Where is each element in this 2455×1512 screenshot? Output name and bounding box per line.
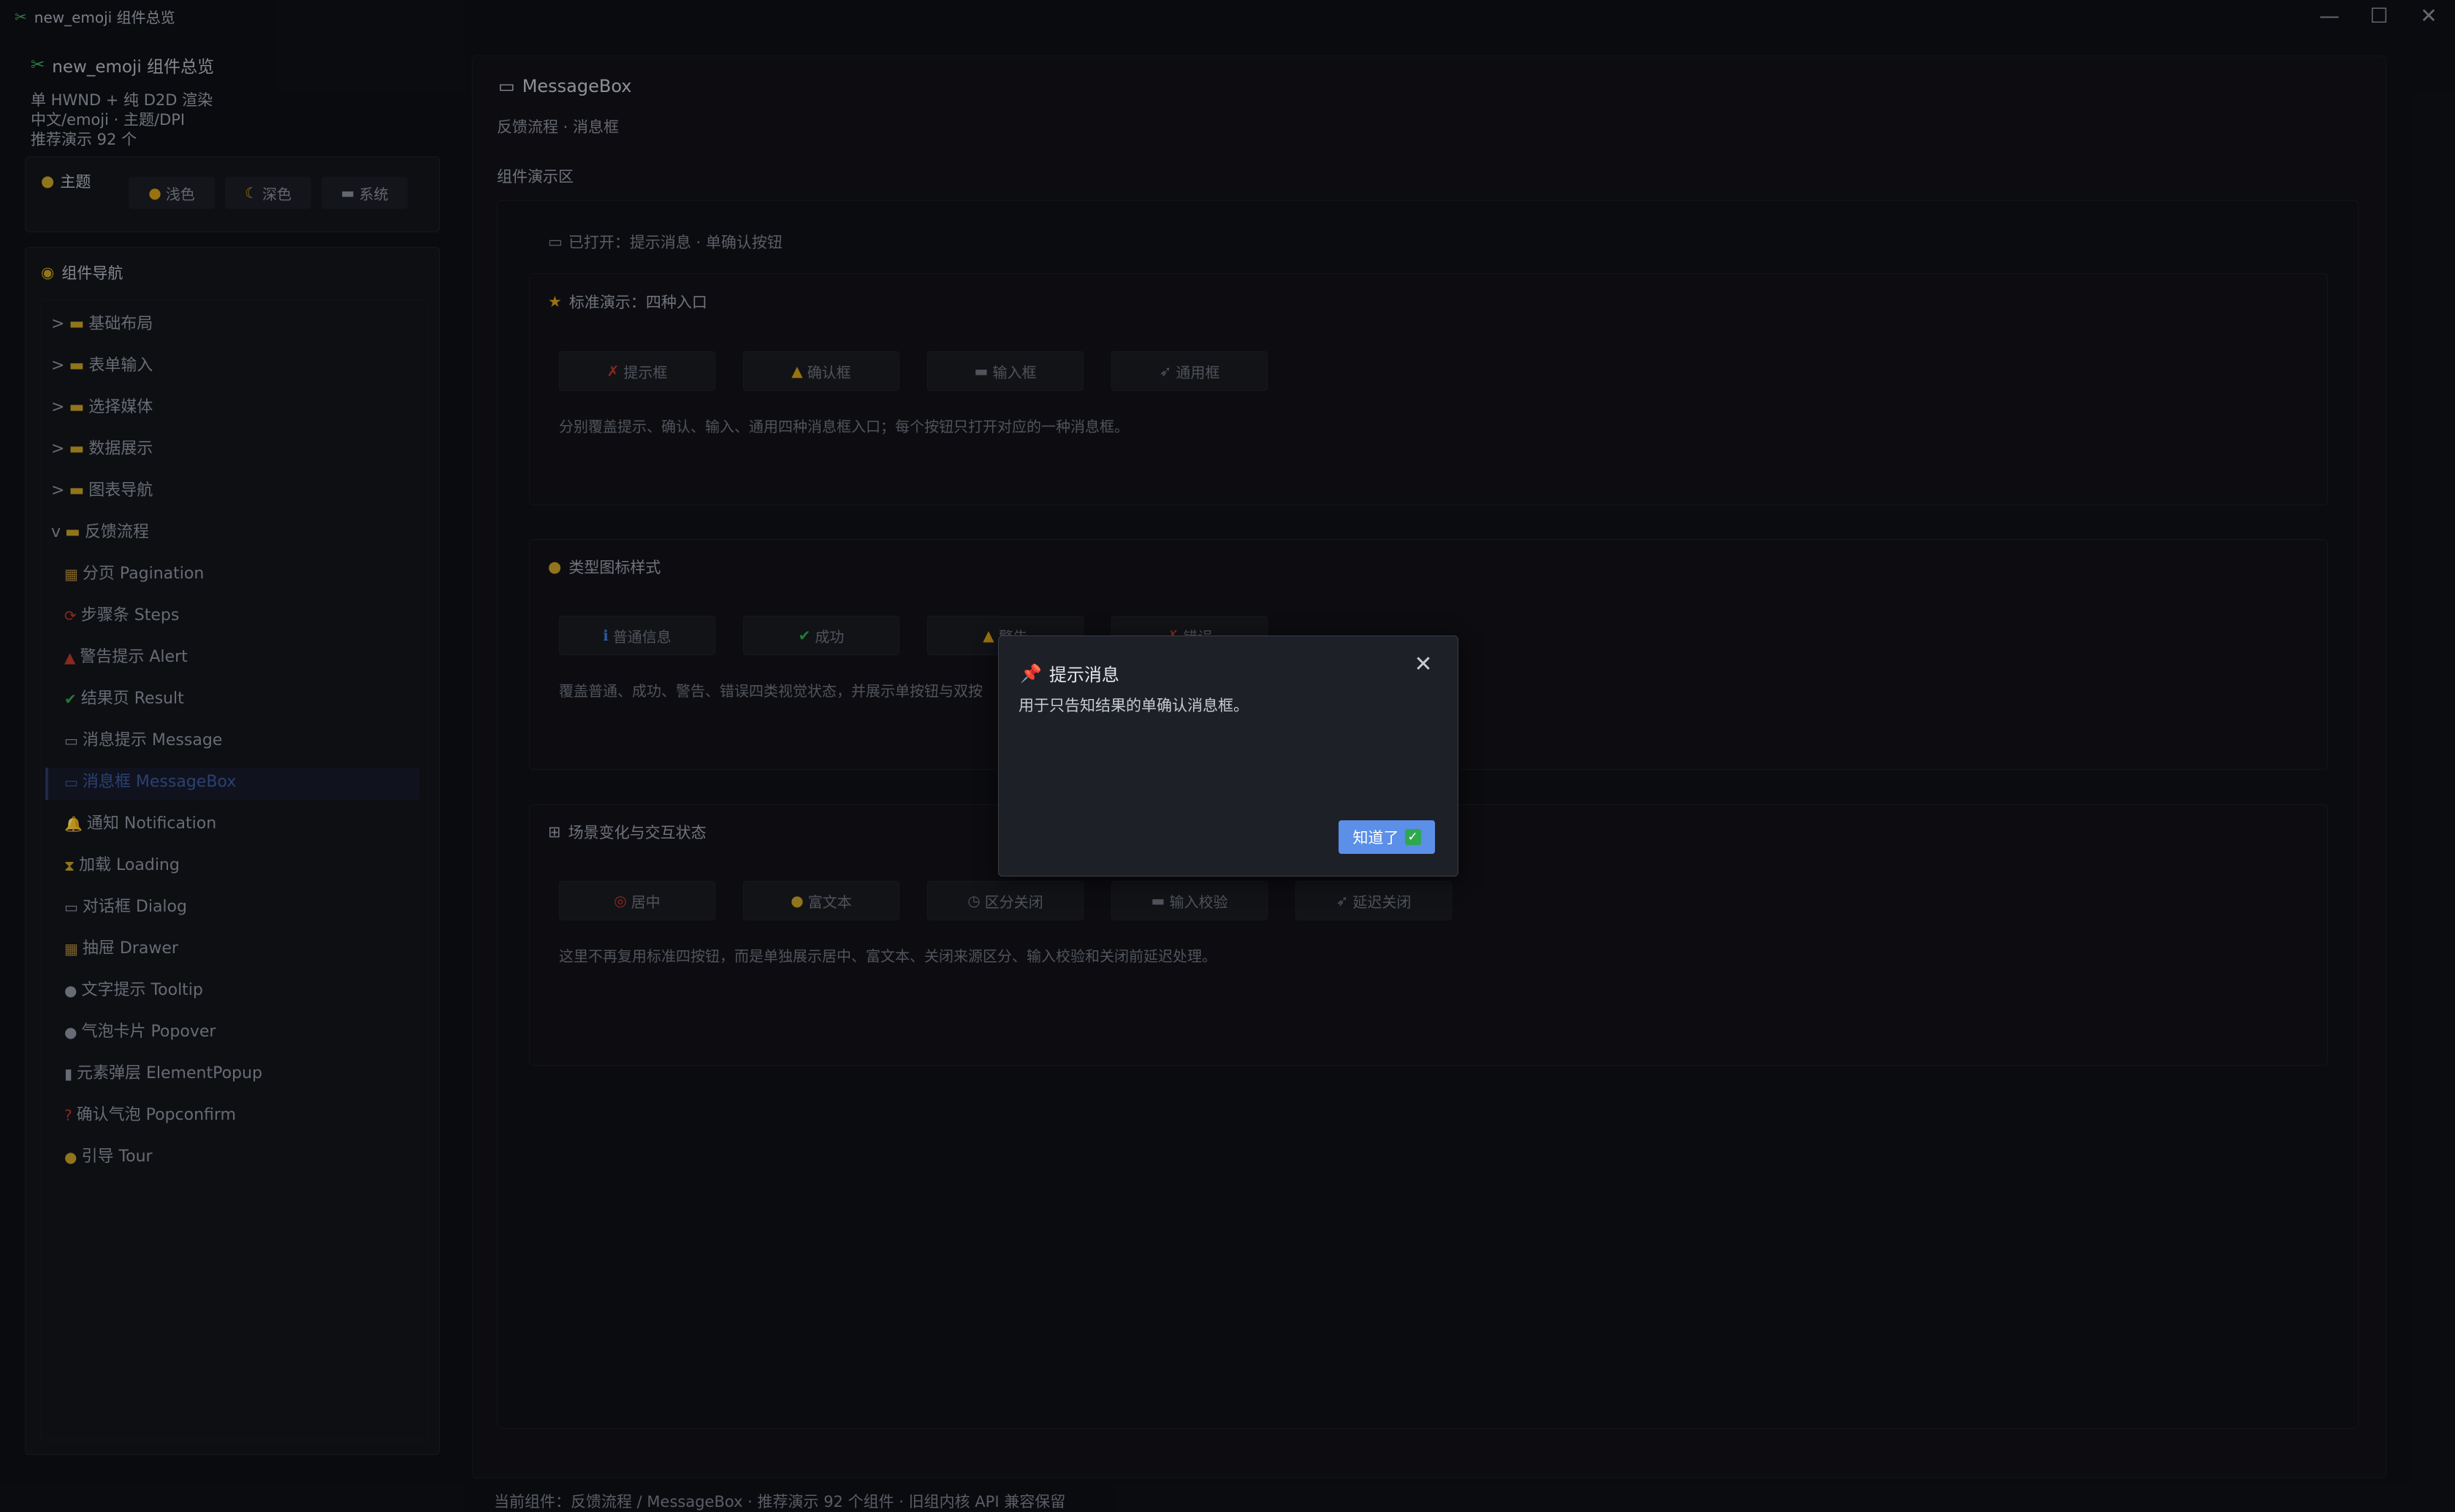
dialog-title: 📌 提示消息 (1020, 660, 1119, 686)
dialog-title-text: 提示消息 (1048, 665, 1119, 685)
dialog-message: 用于只告知结果的单确认消息框。 (1019, 697, 1249, 714)
check-icon: ✓ (1404, 829, 1421, 845)
dialog-ok-button[interactable]: 知道了 ✓ (1339, 820, 1435, 854)
dialog-close-button[interactable]: ✕ (1410, 652, 1436, 678)
dialog-ok-label: 知道了 (1352, 829, 1399, 847)
pushpin-icon: 📌 (1020, 663, 1042, 684)
